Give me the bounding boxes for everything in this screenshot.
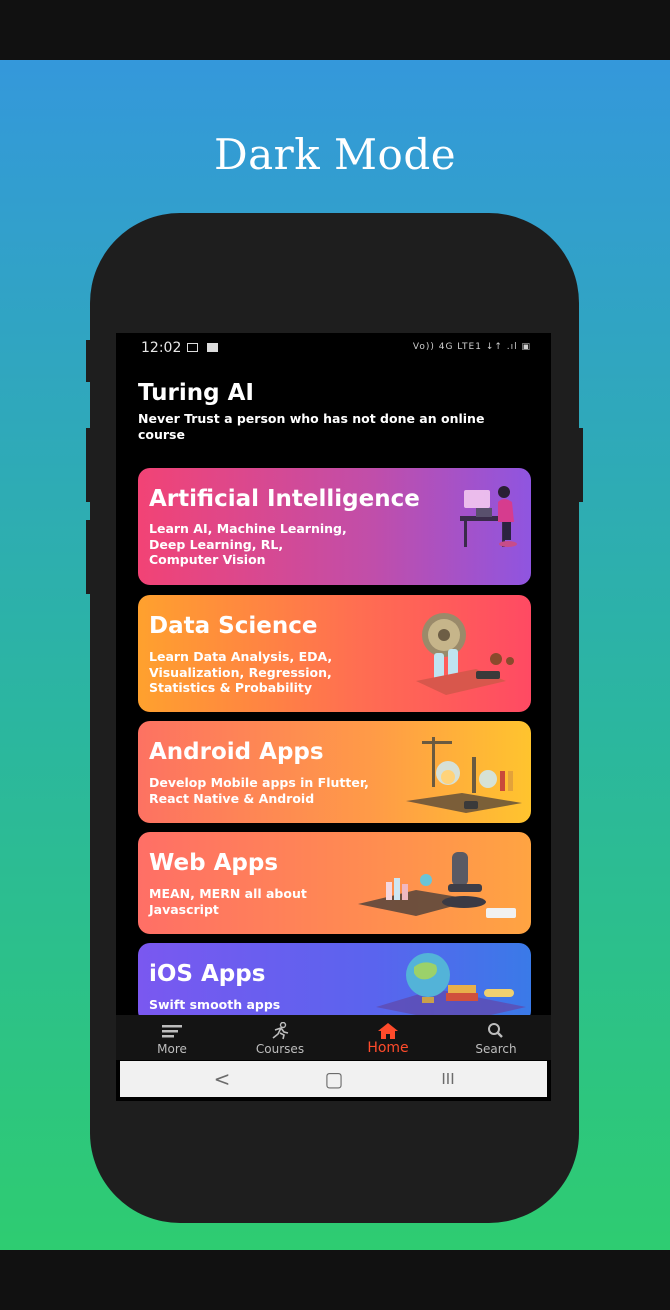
home-button[interactable]: ▢ <box>304 1061 364 1097</box>
card-description: Develop Mobile apps in Flutter, React Na… <box>149 775 369 806</box>
card-description: MEAN, MERN all about Javascript <box>149 886 307 917</box>
course-card-web-apps[interactable]: Web Apps MEAN, MERN all about Javascript <box>138 832 531 934</box>
person-at-desk-illustration <box>460 486 517 547</box>
course-card-ios-apps[interactable]: iOS Apps Swift smooth apps <box>138 943 531 1023</box>
home-icon <box>378 1023 398 1039</box>
nav-label: Search <box>475 1042 517 1056</box>
phone-screen: 12:02 Vo)) 4G LTE1 ↓↑ .ıl ▣ Turing AI Ne… <box>116 333 551 1101</box>
nav-label: Home <box>367 1040 409 1056</box>
image-icon <box>207 343 218 352</box>
globe-books-illustration <box>376 953 526 1023</box>
search-icon <box>488 1023 503 1038</box>
nav-label: More <box>157 1042 187 1056</box>
nav-item-courses[interactable]: Courses <box>226 1015 334 1060</box>
microscope-illustration <box>358 852 516 918</box>
science-lab-illustration <box>416 613 514 695</box>
card-description: Swift smooth apps <box>149 997 281 1012</box>
card-title: Web Apps <box>149 850 279 876</box>
status-indicators: Vo)) 4G LTE1 ↓↑ .ıl ▣ <box>412 342 531 352</box>
app-title: Turing AI <box>138 380 254 406</box>
back-button[interactable]: < <box>192 1061 252 1097</box>
course-card-artificial-intelligence[interactable]: Artificial Intelligence Learn AI, Machin… <box>138 468 531 585</box>
card-title: Artificial Intelligence <box>149 486 420 512</box>
course-card-android-apps[interactable]: Android Apps Develop Mobile apps in Flut… <box>138 721 531 823</box>
card-description: Learn AI, Machine Learning, Deep Learnin… <box>149 521 347 567</box>
card-title: Android Apps <box>149 739 324 765</box>
bottom-navigation: More Courses Home Search <box>116 1015 551 1060</box>
status-time: 12:02 <box>141 340 182 356</box>
promo-title: Dark Mode <box>213 130 457 179</box>
nav-item-search[interactable]: Search <box>442 1015 550 1060</box>
recents-button[interactable]: III <box>418 1061 478 1097</box>
status-bar: 12:02 Vo)) 4G LTE1 ↓↑ .ıl ▣ <box>116 333 551 363</box>
chemistry-apparatus-illustration <box>406 737 522 813</box>
nav-label: Courses <box>255 1042 305 1056</box>
mail-icon <box>187 343 198 352</box>
system-navigation-bar: < ▢ III <box>120 1061 547 1097</box>
nav-item-home[interactable]: Home <box>334 1015 442 1060</box>
card-title: Data Science <box>149 613 318 639</box>
card-title: iOS Apps <box>149 961 266 987</box>
menu-lines-icon <box>162 1025 182 1038</box>
app-subtitle: Never Trust a person who has not done an… <box>138 411 485 442</box>
nav-item-more[interactable]: More <box>118 1015 226 1060</box>
card-description: Learn Data Analysis, EDA, Visualization,… <box>149 649 333 695</box>
course-card-data-science[interactable]: Data Science Learn Data Analysis, EDA, V… <box>138 595 531 712</box>
runner-icon <box>272 1022 289 1040</box>
